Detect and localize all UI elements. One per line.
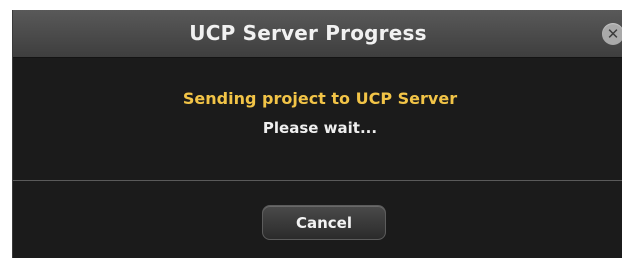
cancel-button[interactable]: Cancel [262, 205, 386, 240]
progress-dialog: UCP Server Progress ✕ Sending project to… [12, 10, 622, 258]
status-message: Sending project to UCP Server [182, 89, 458, 108]
divider [13, 180, 622, 181]
close-icon[interactable]: ✕ [602, 23, 622, 45]
wait-text: Please wait... [262, 119, 378, 137]
dialog-title: UCP Server Progress [189, 21, 427, 45]
dialog-body: Sending project to UCP Server Please wai… [13, 58, 622, 180]
dialog-titlebar: UCP Server Progress ✕ [13, 10, 622, 58]
